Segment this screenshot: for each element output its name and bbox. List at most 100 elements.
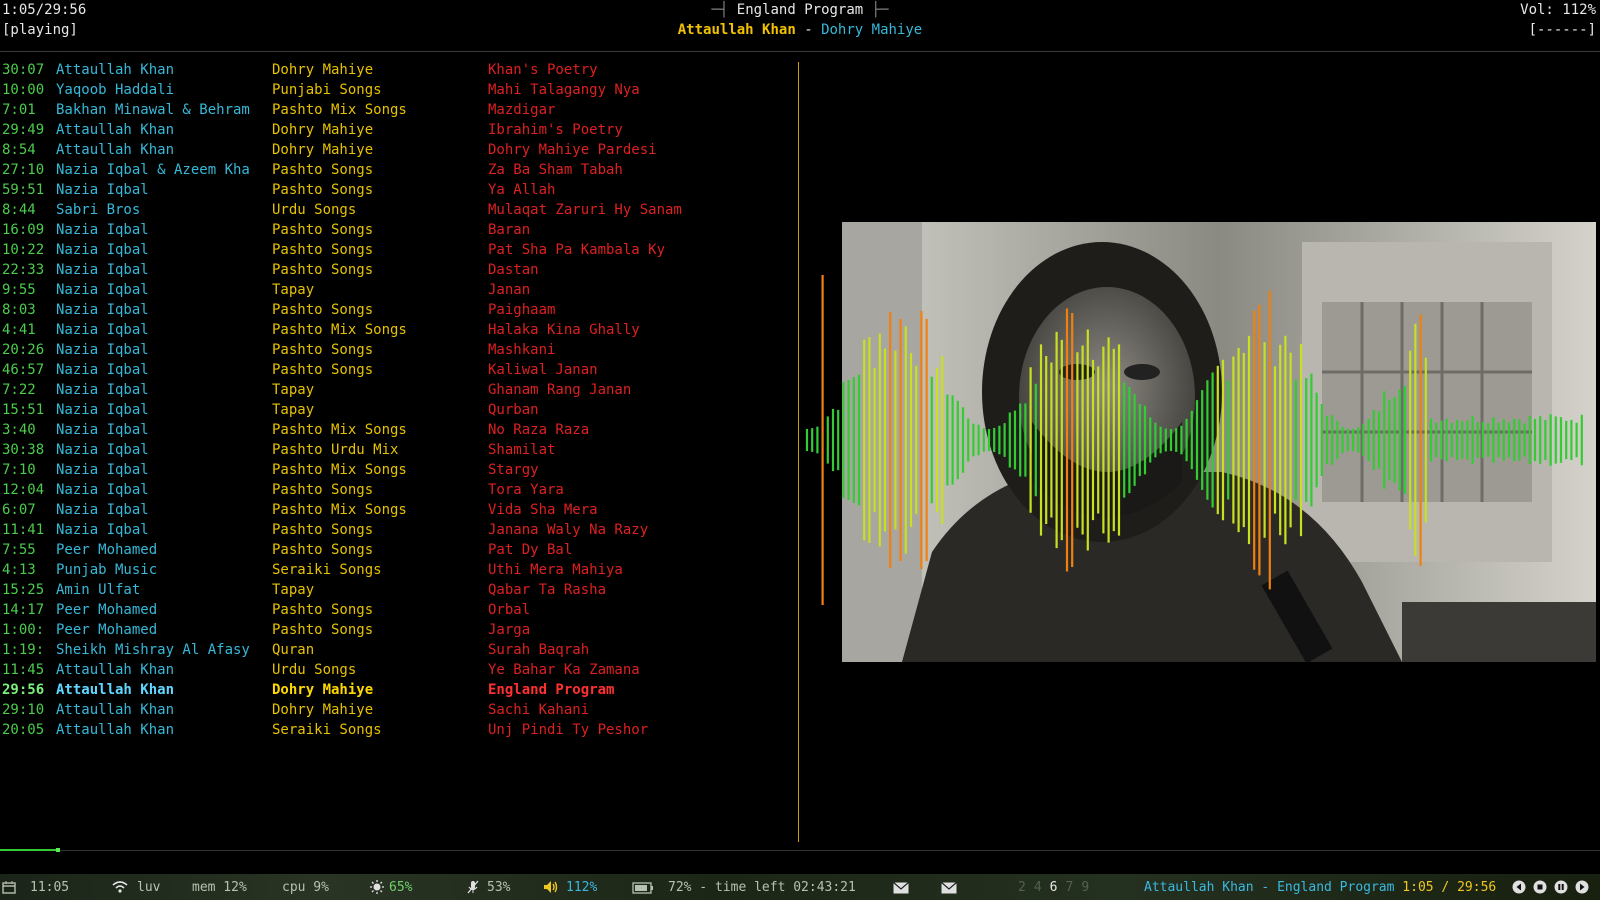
playlist-row[interactable]: 4:41 Nazia Iqbal Pashto Mix Songs Halaka Ki… xyxy=(0,320,790,340)
playlist-row[interactable]: 27:10 Nazia Iqbal & Azeem Kha Pashto Songs… xyxy=(0,160,790,180)
playlist-row[interactable]: 1:19: Sheikh Mishray Al Afasy Quran Surah B… xyxy=(0,640,790,660)
track-duration: 11:41 xyxy=(2,522,45,538)
track-title-header: ─┤ England Program ├─ xyxy=(0,2,1600,18)
playlist-row[interactable]: 11:45 Attaullah Khan Urdu Songs Ye Bahar Ka… xyxy=(0,660,790,680)
playlist-row[interactable]: 4:13 Punjab Music Seraiki Songs Uthi Mera M… xyxy=(0,560,790,580)
track-duration: 12:04 xyxy=(2,482,45,498)
workspace-2[interactable]: 2 xyxy=(1018,880,1026,895)
playlist-row[interactable]: 30:07 Attaullah Khan Dohry Mahiye Khan's Po… xyxy=(0,60,790,80)
playlist-row[interactable]: 15:25 Amin Ulfat Tapay Qabar Ta Rasha xyxy=(0,580,790,600)
playlist-row[interactable]: 20:05 Attaullah Khan Seraiki Songs Unj Pind… xyxy=(0,720,790,740)
track-album: Punjabi Songs xyxy=(272,82,382,98)
track-title: Orbal xyxy=(488,602,531,618)
track-duration: 7:10 xyxy=(2,462,36,478)
track-artist: Nazia Iqbal xyxy=(56,282,149,298)
progress-fill xyxy=(0,849,58,851)
statusbar-title: England Program xyxy=(1277,880,1395,895)
track-duration: 22:33 xyxy=(2,262,45,278)
track-album: Pashto Songs xyxy=(272,302,374,318)
workspace-7[interactable]: 7 xyxy=(1065,880,1073,895)
playlist-row[interactable]: 29:10 Attaullah Khan Dohry Mahiye Sachi Kah… xyxy=(0,700,790,720)
track-album: Pashto Urdu Mix xyxy=(272,442,399,458)
playlist-row[interactable]: 3:40 Nazia Iqbal Pashto Mix Songs No Raza R… xyxy=(0,420,790,440)
playlist-row[interactable]: 1:00: Peer Mohamed Pashto Songs Jarga xyxy=(0,620,790,640)
playlist-row[interactable]: 16:09 Nazia Iqbal Pashto Songs Baran xyxy=(0,220,790,240)
track-album: Tapay xyxy=(272,282,315,298)
track-duration: 46:57 xyxy=(2,362,45,378)
playlist-row[interactable]: 7:01 Bakhan Minawal & Behram Pashto Mix So… xyxy=(0,100,790,120)
playlist-row[interactable]: 15:51 Nazia Iqbal Tapay Qurban xyxy=(0,400,790,420)
track-duration: 7:55 xyxy=(2,542,36,558)
mic-level[interactable]: 53% xyxy=(487,880,510,895)
playlist-row[interactable]: 8:44 Sabri Bros Urdu Songs Mulaqat Zaruri H… xyxy=(0,200,790,220)
track-title: Halaka Kina Ghally xyxy=(488,322,640,338)
playlist-row[interactable]: 8:03 Nazia Iqbal Pashto Songs Paighaam xyxy=(0,300,790,320)
track-artist: Attaullah Khan xyxy=(56,122,175,138)
playlist-row[interactable]: 30:38 Nazia Iqbal Pashto Urdu Mix Shamilat xyxy=(0,440,790,460)
volume-level[interactable]: 112% xyxy=(566,880,597,895)
pane-divider xyxy=(798,62,799,842)
progress-track[interactable] xyxy=(0,850,1600,851)
track-album: Pashto Songs xyxy=(272,542,374,558)
workspace-9[interactable]: 9 xyxy=(1081,880,1089,895)
track-duration: 8:03 xyxy=(2,302,36,318)
playlist-row-current[interactable]: 29:56 Attaullah Khan Dohry Mahiye England P… xyxy=(0,680,790,700)
track-duration: 7:22 xyxy=(2,382,36,398)
playlist-row[interactable]: 8:54 Attaullah Khan Dohry Mahiye Dohry Mahi… xyxy=(0,140,790,160)
volume-bar[interactable]: [------] xyxy=(1529,22,1596,38)
track-title: Ghanam Rang Janan xyxy=(488,382,632,398)
track-duration: 6:07 xyxy=(2,502,36,518)
track-title: Tora Yara xyxy=(488,482,564,498)
track-artist: Amin Ulfat xyxy=(56,582,141,598)
track-duration: 29:49 xyxy=(2,122,45,138)
playlist-row[interactable]: 29:49 Attaullah Khan Dohry Mahiye Ibrahim's… xyxy=(0,120,790,140)
now-playing-album: Dohry Mahiye xyxy=(821,22,923,38)
track-artist: Nazia Iqbal xyxy=(56,342,149,358)
playlist-row[interactable]: 46:57 Nazia Iqbal Pashto Songs Kaliwal Jana… xyxy=(0,360,790,380)
track-album: Dohry Mahiye xyxy=(272,682,374,698)
playlist-row[interactable]: 11:41 Nazia Iqbal Pashto Songs Janana Waly … xyxy=(0,520,790,540)
playlist-row[interactable]: 7:55 Peer Mohamed Pashto Songs Pat Dy Bal xyxy=(0,540,790,560)
player-header: 1:05/29:56 [playing] ─┤ England Program … xyxy=(0,0,1600,52)
playlist-row[interactable]: 7:10 Nazia Iqbal Pashto Mix Songs Stargy xyxy=(0,460,790,480)
pause-icon[interactable] xyxy=(1554,880,1568,895)
track-title: Sachi Kahani xyxy=(488,702,590,718)
playlist-row[interactable]: 14:17 Peer Mohamed Pashto Songs Orbal xyxy=(0,600,790,620)
statusbar-now-playing[interactable]: Attaullah Khan - England Program 1:05 / … xyxy=(1144,880,1496,895)
workspace-6[interactable]: 6 xyxy=(1050,880,1058,895)
playlist-row[interactable]: 10:22 Nazia Iqbal Pashto Songs Pat Sha Pa K… xyxy=(0,240,790,260)
track-artist: Nazia Iqbal xyxy=(56,422,149,438)
prev-icon[interactable] xyxy=(1512,880,1526,895)
playlist-row[interactable]: 22:33 Nazia Iqbal Pashto Songs Dastan xyxy=(0,260,790,280)
track-title: Za Ba Sham Tabah xyxy=(488,162,623,178)
track-duration: 4:13 xyxy=(2,562,36,578)
track-title: Mazdigar xyxy=(488,102,556,118)
track-duration: 27:10 xyxy=(2,162,45,178)
progress-handle[interactable] xyxy=(55,848,60,852)
playlist-row[interactable]: 6:07 Nazia Iqbal Pashto Mix Songs Vida Sha … xyxy=(0,500,790,520)
track-album: Pashto Songs xyxy=(272,622,374,638)
playlist: 30:07 Attaullah Khan Dohry Mahiye Khan's Po… xyxy=(0,60,790,740)
stop-icon[interactable] xyxy=(1533,880,1547,895)
mail-icon[interactable] xyxy=(941,880,957,895)
playlist-row[interactable]: 10:00 Yaqoob Haddali Punjabi Songs Mahi Tal… xyxy=(0,80,790,100)
wifi-network[interactable]: luv xyxy=(137,880,160,895)
track-artist: Nazia Iqbal xyxy=(56,362,149,378)
playlist-row[interactable]: 12:04 Nazia Iqbal Pashto Songs Tora Yara xyxy=(0,480,790,500)
brightness-level[interactable]: 65% xyxy=(389,880,412,895)
track-album: Pashto Songs xyxy=(272,162,374,178)
workspace-4[interactable]: 4 xyxy=(1034,880,1042,895)
mail-icon[interactable] xyxy=(893,880,909,895)
track-duration: 9:55 xyxy=(2,282,36,298)
calendar-icon[interactable] xyxy=(2,880,16,895)
clock[interactable]: 11:05 xyxy=(30,880,69,895)
playlist-row[interactable]: 59:51 Nazia Iqbal Pashto Songs Ya Allah xyxy=(0,180,790,200)
playlist-row[interactable]: 7:22 Nazia Iqbal Tapay Ghanam Rang Janan xyxy=(0,380,790,400)
track-album: Pashto Mix Songs xyxy=(272,502,407,518)
track-album: Pashto Mix Songs xyxy=(272,462,407,478)
playlist-row[interactable]: 20:26 Nazia Iqbal Pashto Songs Mashkani xyxy=(0,340,790,360)
playlist-row[interactable]: 9:55 Nazia Iqbal Tapay Janan xyxy=(0,280,790,300)
track-artist: Bakhan Minawal & Behram xyxy=(56,102,250,118)
next-icon[interactable] xyxy=(1575,880,1589,895)
mic-icon xyxy=(466,880,480,895)
